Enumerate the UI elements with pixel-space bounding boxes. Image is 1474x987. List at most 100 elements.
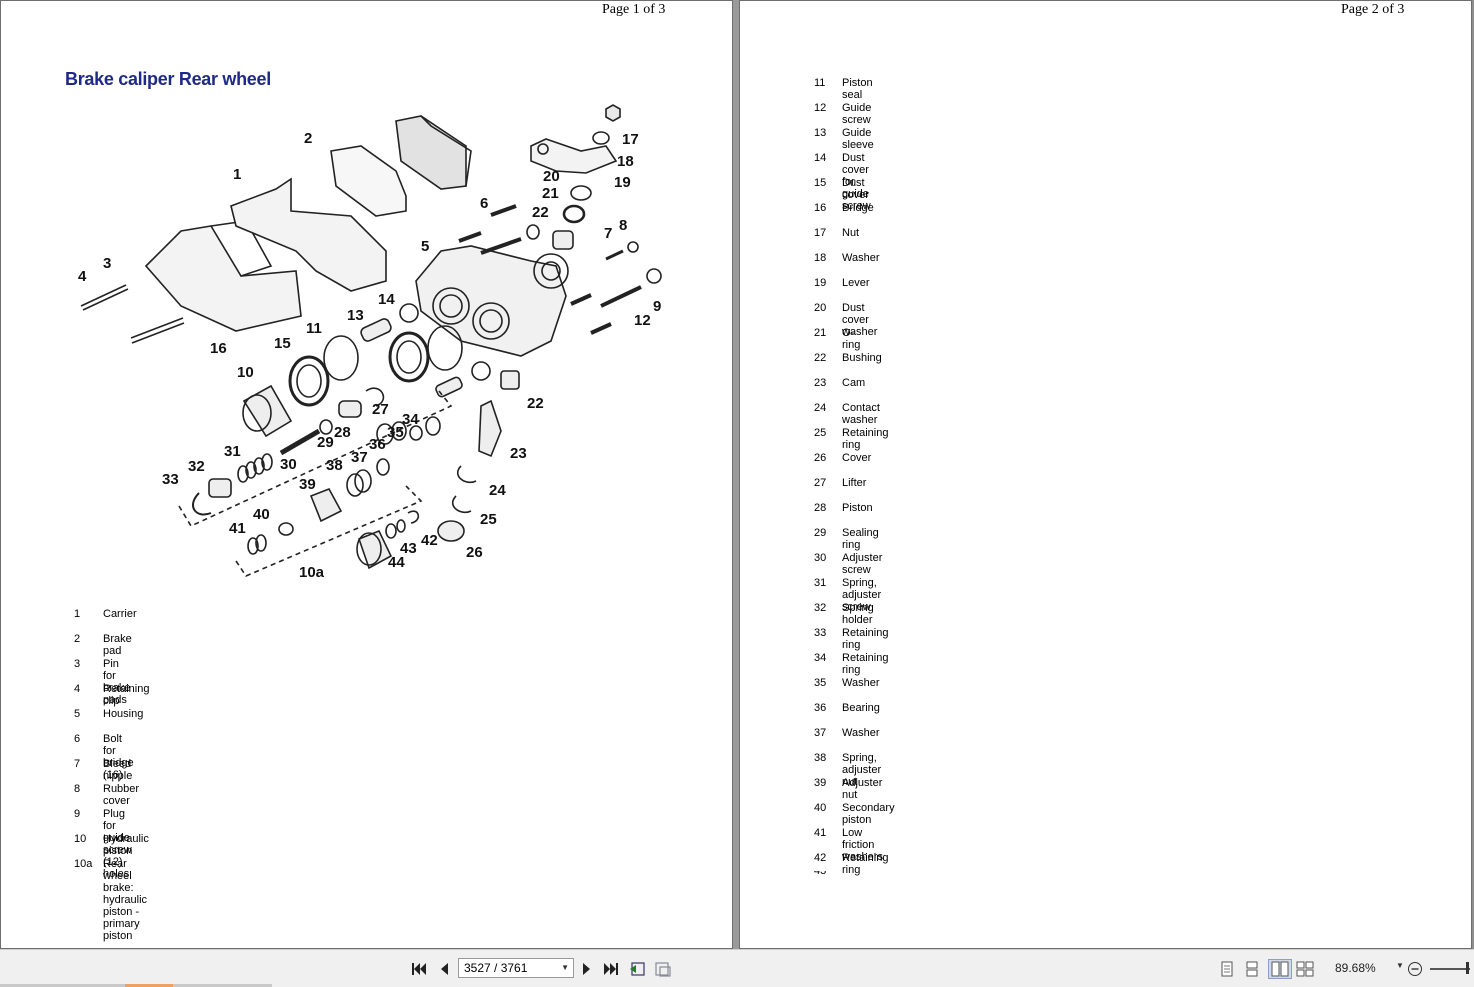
- part-name: Lifter: [842, 477, 867, 489]
- previous-view-icon[interactable]: [628, 960, 646, 978]
- page-label: Page 1 of 3: [602, 2, 666, 17]
- part-number: 17: [814, 227, 827, 239]
- part-number: 16: [814, 202, 827, 214]
- part-name: O-ring: [842, 327, 861, 351]
- part-number: 38: [814, 752, 827, 764]
- svg-text:20: 20: [543, 168, 560, 185]
- part-name: Carrier: [103, 608, 137, 620]
- facing-icon[interactable]: [1268, 959, 1292, 979]
- prev-page-icon[interactable]: [435, 960, 453, 978]
- part-number: 40: [814, 802, 827, 814]
- part-number: 33: [814, 627, 827, 639]
- first-page-icon[interactable]: [410, 960, 428, 978]
- svg-text:13: 13: [347, 307, 364, 324]
- part-name: Brake pad: [103, 633, 132, 657]
- part-number: 30: [814, 552, 827, 564]
- part-number: 2: [74, 633, 81, 645]
- part-name: Contact washer: [842, 402, 880, 426]
- part-number: 28: [814, 502, 827, 514]
- part-number: 6: [74, 733, 81, 745]
- part-number: 14: [814, 152, 827, 164]
- part-number: 42: [814, 852, 827, 864]
- page-number-field[interactable]: 3527 / 3761 ▼: [458, 958, 574, 978]
- part-name: Retaining ring: [842, 652, 889, 676]
- part-name: Retaining clip: [103, 683, 150, 707]
- svg-text:22: 22: [527, 395, 544, 412]
- zoom-slider-thumb[interactable]: [1466, 962, 1469, 974]
- svg-text:16: 16: [210, 340, 227, 357]
- part-name: Piston seal: [842, 77, 873, 101]
- part-number: 4: [74, 683, 81, 695]
- part-number: 15: [814, 177, 827, 189]
- part-number: 39: [814, 777, 827, 789]
- next-page-icon[interactable]: [578, 960, 596, 978]
- svg-text:3: 3: [103, 255, 111, 272]
- cutoff-list-item: 43: [814, 871, 827, 877]
- part-name: Rear wheel brake: hydraulic piston - pri…: [103, 858, 148, 942]
- part-name: Retaining ring: [842, 852, 889, 876]
- part-name: Secondary piston: [842, 802, 895, 826]
- part-number: 29: [814, 527, 827, 539]
- next-view-icon[interactable]: [654, 960, 672, 978]
- part-name: Sealing ring: [842, 527, 879, 551]
- continuous-facing-icon[interactable]: [1296, 960, 1314, 978]
- part-number: 24: [814, 402, 827, 414]
- part-name: Washer: [842, 727, 880, 739]
- svg-text:44: 44: [388, 554, 405, 571]
- svg-text:14: 14: [378, 291, 395, 308]
- part-number: 12: [814, 102, 827, 114]
- zoom-slider-track[interactable]: [1430, 968, 1470, 970]
- svg-text:23: 23: [510, 445, 527, 462]
- svg-text:4: 4: [78, 268, 87, 285]
- chevron-down-icon[interactable]: ▼: [561, 959, 569, 977]
- svg-text:34: 34: [402, 411, 419, 428]
- part-number: 20: [814, 302, 827, 314]
- part-name: Bleed nipple: [103, 758, 133, 782]
- part-name: Adjuster screw: [842, 552, 883, 576]
- chevron-down-icon[interactable]: ▼: [1396, 961, 1404, 970]
- part-number: 11: [814, 77, 826, 89]
- svg-text:31: 31: [224, 443, 241, 460]
- last-page-icon[interactable]: [602, 960, 620, 978]
- svg-text:8: 8: [619, 217, 627, 234]
- part-number: 21: [814, 327, 827, 339]
- svg-text:10: 10: [237, 364, 254, 381]
- svg-text:41: 41: [229, 520, 246, 537]
- part-number: 10a: [74, 858, 93, 870]
- svg-text:10a: 10a: [299, 564, 325, 581]
- svg-text:12: 12: [634, 312, 651, 329]
- svg-text:27: 27: [372, 401, 389, 418]
- svg-text:26: 26: [466, 544, 483, 561]
- svg-text:22: 22: [532, 204, 549, 221]
- zoom-level[interactable]: 89.68%: [1335, 961, 1376, 975]
- navigation-toolbar: 3527 / 3761 ▼ 89.68% ▼: [0, 949, 1474, 987]
- svg-text:2: 2: [304, 130, 312, 147]
- svg-text:18: 18: [617, 153, 634, 170]
- part-name: Bushing: [842, 352, 882, 364]
- part-number: 34: [814, 652, 827, 664]
- part-number: 22: [814, 352, 827, 364]
- svg-text:19: 19: [614, 174, 631, 191]
- continuous-icon[interactable]: [1243, 960, 1261, 978]
- page-number-text: 3527 / 3761: [464, 961, 528, 975]
- svg-text:11: 11: [306, 320, 322, 337]
- part-name: Lever: [842, 277, 870, 289]
- part-number: 19: [814, 277, 827, 289]
- svg-text:24: 24: [489, 482, 506, 499]
- part-number: 37: [814, 727, 827, 739]
- part-number: 27: [814, 477, 827, 489]
- svg-text:33: 33: [162, 471, 179, 488]
- part-name: Retaining ring: [842, 627, 889, 651]
- part-name: Nut: [842, 227, 860, 239]
- part-name: Piston: [842, 502, 873, 514]
- part-number: 18: [814, 252, 827, 264]
- single-page-icon[interactable]: [1218, 960, 1236, 978]
- svg-text:5: 5: [421, 238, 429, 255]
- part-number: 26: [814, 452, 827, 464]
- part-name: Hydraulic piston: [103, 833, 149, 857]
- zoom-out-icon[interactable]: [1406, 960, 1424, 978]
- part-name: Cover: [842, 452, 872, 464]
- svg-text:35: 35: [387, 424, 404, 441]
- part-name: Rubber cover: [103, 783, 140, 807]
- part-name: Spring holder: [842, 602, 874, 626]
